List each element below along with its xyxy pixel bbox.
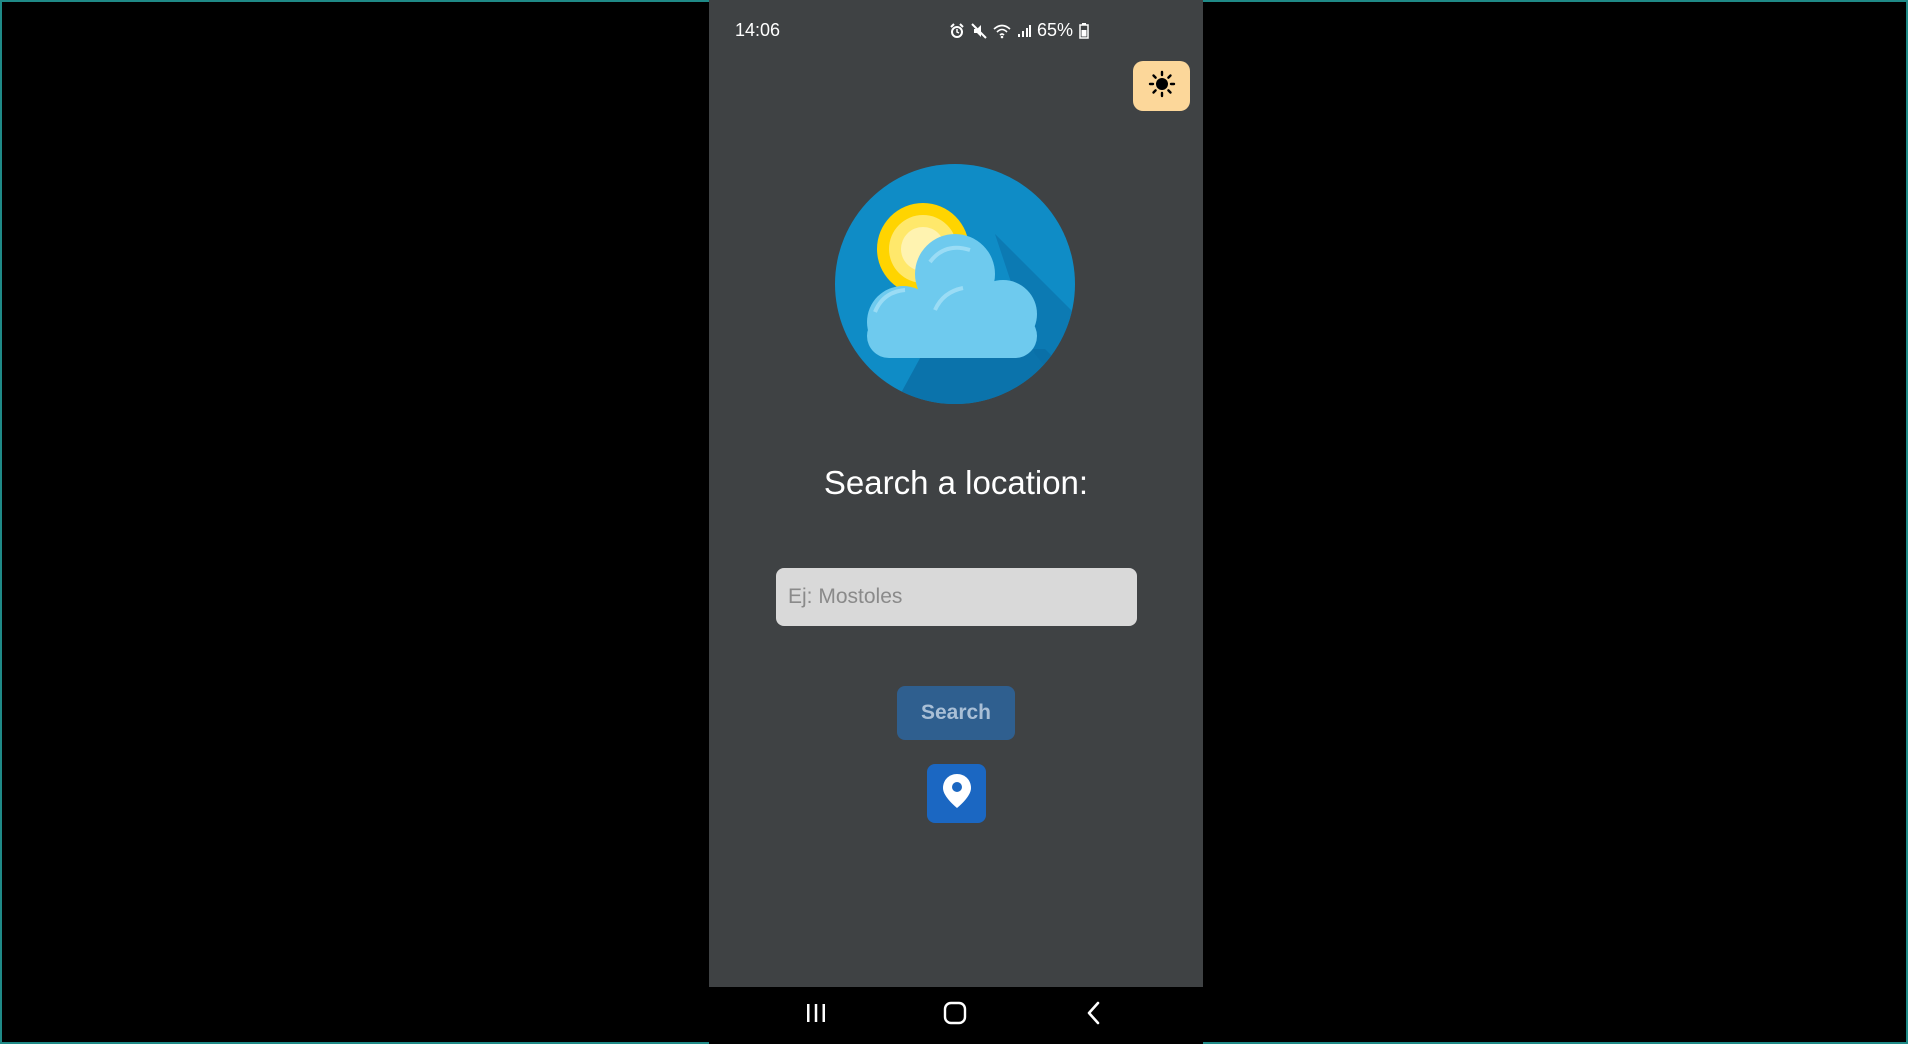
system-nav-bar: [709, 987, 1203, 1044]
phone-screen: 14:06 65% Search a location: Ej: Mostole…: [709, 0, 1203, 987]
wifi-icon: [993, 23, 1011, 39]
battery-percent: 65%: [1037, 20, 1074, 40]
location-search-input[interactable]: [776, 568, 1137, 626]
back-button[interactable]: [1054, 987, 1134, 1044]
status-bar: 14:06 65%: [709, 0, 1203, 62]
signal-icon: [1017, 24, 1031, 38]
alarm-icon: [949, 22, 965, 39]
home-button[interactable]: [915, 987, 995, 1044]
search-button[interactable]: Search: [897, 686, 1015, 740]
page-title: Search a location:: [823, 464, 1089, 501]
recent-apps-icon: [805, 1003, 827, 1028]
home-icon: [943, 1001, 967, 1030]
weather-logo: [835, 164, 1075, 404]
sun-icon: [1148, 70, 1176, 103]
back-icon: [1086, 1001, 1102, 1030]
weather-sun-cloud-icon: [835, 164, 1075, 408]
map-pin-icon: [942, 773, 972, 814]
status-time: 14:06: [735, 20, 781, 40]
battery-icon: [1079, 22, 1089, 39]
mute-icon: [971, 22, 987, 39]
status-icons: 65%: [949, 20, 1089, 41]
current-location-button[interactable]: [927, 764, 986, 823]
theme-toggle-button[interactable]: [1133, 61, 1190, 111]
recent-apps-button[interactable]: [776, 987, 856, 1044]
